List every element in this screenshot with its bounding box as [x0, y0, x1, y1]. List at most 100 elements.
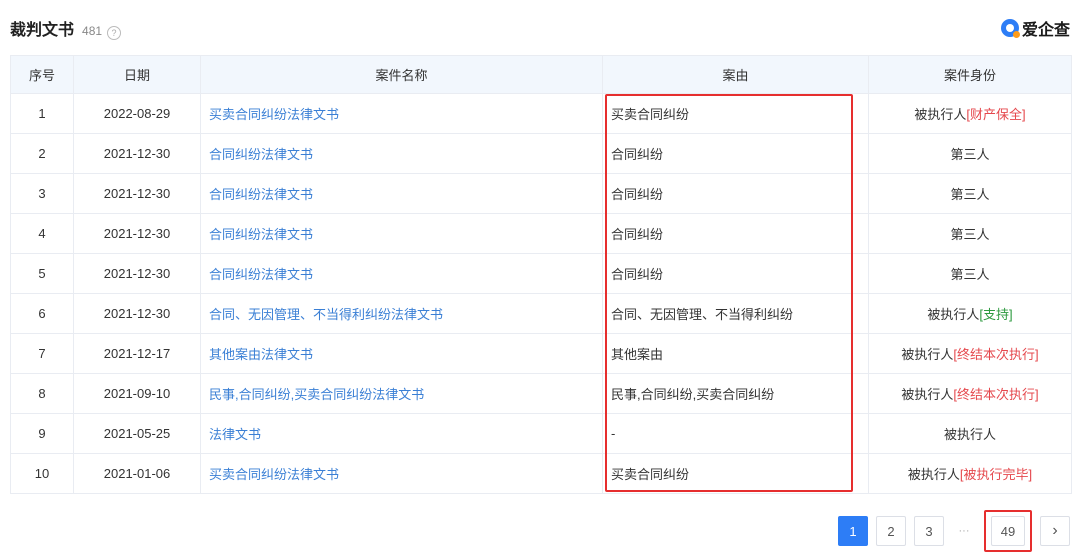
cell-cause: 其他案由	[602, 333, 869, 374]
cell-no: 3	[10, 173, 74, 214]
role-text: 被执行人	[901, 387, 954, 402]
cell-role: 第三人	[868, 133, 1072, 174]
case-name-link[interactable]: 合同纠纷法律文书	[209, 147, 313, 162]
case-name-link[interactable]: 买卖合同纠纷法律文书	[209, 467, 339, 482]
cell-cause: -	[602, 413, 869, 454]
cell-date: 2021-12-30	[73, 173, 201, 214]
search-magnifier-icon	[1000, 19, 1020, 38]
case-name-link[interactable]: 合同纠纷法律文书	[209, 267, 313, 282]
cell-no: 7	[10, 333, 74, 374]
cell-no: 6	[10, 293, 74, 334]
brand-name: 爱企查	[1021, 22, 1070, 39]
column-header-role: 案件身份	[868, 55, 1072, 94]
case-name-link[interactable]: 民事,合同纠纷,买卖合同纠纷法律文书	[209, 387, 424, 402]
cell-role: 被执行人[终结本次执行]	[868, 373, 1072, 414]
role-text: 第三人	[950, 227, 990, 242]
case-name-link[interactable]: 买卖合同纠纷法律文书	[209, 107, 339, 122]
cell-case-name: 合同、无因管理、不当得利纠纷法律文书	[200, 293, 603, 334]
cell-date: 2021-12-30	[73, 133, 201, 174]
cell-case-name: 民事,合同纠纷,买卖合同纠纷法律文书	[200, 373, 603, 414]
cell-role: 被执行人[终结本次执行]	[868, 333, 1072, 374]
cell-cause: 合同纠纷	[602, 253, 869, 294]
table-row: 9 2021-05-25 法律文书 - 被执行人	[10, 413, 1072, 454]
cell-cause: 合同纠纷	[602, 213, 869, 254]
role-text: 第三人	[950, 147, 990, 162]
cell-role: 第三人	[868, 213, 1072, 254]
case-name-link[interactable]: 合同纠纷法律文书	[209, 187, 313, 202]
table-row: 3 2021-12-30 合同纠纷法律文书 合同纠纷 第三人	[10, 173, 1072, 214]
role-status-tag: [终结本次执行]	[953, 347, 1039, 362]
cell-date: 2021-12-30	[73, 253, 201, 294]
cell-cause: 合同纠纷	[602, 173, 869, 214]
cell-date: 2021-12-30	[73, 213, 201, 254]
role-text: 第三人	[950, 267, 990, 282]
role-text: 第三人	[950, 187, 990, 202]
section-title: 裁判文书	[10, 22, 75, 39]
role-text: 被执行人	[907, 467, 960, 482]
case-name-link[interactable]: 其他案由法律文书	[209, 347, 313, 362]
cell-cause: 买卖合同纠纷	[602, 453, 869, 494]
role-text: 被执行人	[927, 307, 980, 322]
cell-date: 2021-12-17	[73, 333, 201, 374]
cell-no: 4	[10, 213, 74, 254]
cell-case-name: 合同纠纷法律文书	[200, 213, 603, 254]
cell-case-name: 买卖合同纠纷法律文书	[200, 93, 603, 134]
cell-case-name: 其他案由法律文书	[200, 333, 603, 374]
table-row: 6 2021-12-30 合同、无因管理、不当得利纠纷法律文书 合同、无因管理、不当得…	[10, 293, 1072, 334]
judgment-documents-table: 序号 日期 案件名称 案由 案件身份 1 2022-08-29 买卖合同纠纷法律文书…	[10, 55, 1072, 494]
cell-case-name: 合同纠纷法律文书	[200, 173, 603, 214]
cell-date: 2022-08-29	[73, 93, 201, 134]
cell-role: 被执行人[被执行完毕]	[868, 453, 1072, 494]
cell-no: 9	[10, 413, 74, 454]
cell-case-name: 合同纠纷法律文书	[200, 253, 603, 294]
page-button-2[interactable]: 2	[876, 516, 906, 546]
cell-no: 1	[10, 93, 74, 134]
cell-role: 被执行人[支持]	[868, 293, 1072, 334]
table-row: 10 2021-01-06 买卖合同纠纷法律文书 买卖合同纠纷 被执行人[被执行完毕]	[10, 453, 1072, 494]
role-text: 被执行人	[943, 427, 996, 442]
column-header-no: 序号	[10, 55, 74, 94]
table-row: 2 2021-12-30 合同纠纷法律文书 合同纠纷 第三人	[10, 133, 1072, 174]
brand-logo[interactable]: 爱企查	[1000, 16, 1070, 40]
case-name-link[interactable]: 合同纠纷法律文书	[209, 227, 313, 242]
cell-case-name: 法律文书	[200, 413, 603, 454]
table-row: 7 2021-12-17 其他案由法律文书 其他案由 被执行人[终结本次执行]	[10, 333, 1072, 374]
role-status-tag: [被执行完毕]	[959, 467, 1033, 482]
case-name-link[interactable]: 法律文书	[209, 427, 261, 442]
page-button-3[interactable]: 3	[914, 516, 944, 546]
column-header-case-name: 案件名称	[200, 55, 603, 94]
page-ellipsis: ···	[958, 525, 970, 537]
cell-date: 2021-12-30	[73, 293, 201, 334]
cell-cause: 合同、无因管理、不当得利纠纷	[602, 293, 869, 334]
next-page-chevron-icon[interactable]: ›	[1040, 516, 1070, 546]
page-button-1[interactable]: 1	[838, 516, 868, 546]
help-icon[interactable]: ?	[107, 26, 122, 40]
cell-cause: 买卖合同纠纷	[602, 93, 869, 134]
column-header-cause: 案由	[602, 55, 869, 94]
pagination: 1 2 3 ··· 49 ›	[830, 510, 1070, 552]
table-row: 4 2021-12-30 合同纠纷法律文书 合同纠纷 第三人	[10, 213, 1072, 254]
cell-cause: 合同纠纷	[602, 133, 869, 174]
cell-date: 2021-09-10	[73, 373, 201, 414]
cell-no: 5	[10, 253, 74, 294]
table-row: 8 2021-09-10 民事,合同纠纷,买卖合同纠纷法律文书 民事,合同纠纷,买卖合…	[10, 373, 1072, 414]
role-status-tag: [财产保全]	[966, 107, 1026, 122]
page-button-last[interactable]: 49	[991, 516, 1025, 546]
cell-date: 2021-05-25	[73, 413, 201, 454]
column-header-date: 日期	[73, 55, 201, 94]
cell-role: 被执行人[财产保全]	[868, 93, 1072, 134]
table-header-row: 序号 日期 案件名称 案由 案件身份	[10, 55, 1072, 94]
table-row: 1 2022-08-29 买卖合同纠纷法律文书 买卖合同纠纷 被执行人[财产保全]	[10, 93, 1072, 134]
cell-case-name: 买卖合同纠纷法律文书	[200, 453, 603, 494]
section-header: 裁判文书 481 ? 爱企查	[10, 14, 1070, 42]
role-text: 被执行人	[901, 347, 954, 362]
role-text: 被执行人	[914, 107, 967, 122]
role-status-tag: [终结本次执行]	[953, 387, 1039, 402]
case-name-link[interactable]: 合同、无因管理、不当得利纠纷法律文书	[209, 307, 443, 322]
cell-role: 第三人	[868, 253, 1072, 294]
last-page-highlight-box: 49	[984, 510, 1032, 552]
table-row: 5 2021-12-30 合同纠纷法律文书 合同纠纷 第三人	[10, 253, 1072, 294]
cell-case-name: 合同纠纷法律文书	[200, 133, 603, 174]
cell-role: 被执行人	[868, 413, 1072, 454]
title-group: 裁判文书 481 ?	[10, 16, 122, 40]
